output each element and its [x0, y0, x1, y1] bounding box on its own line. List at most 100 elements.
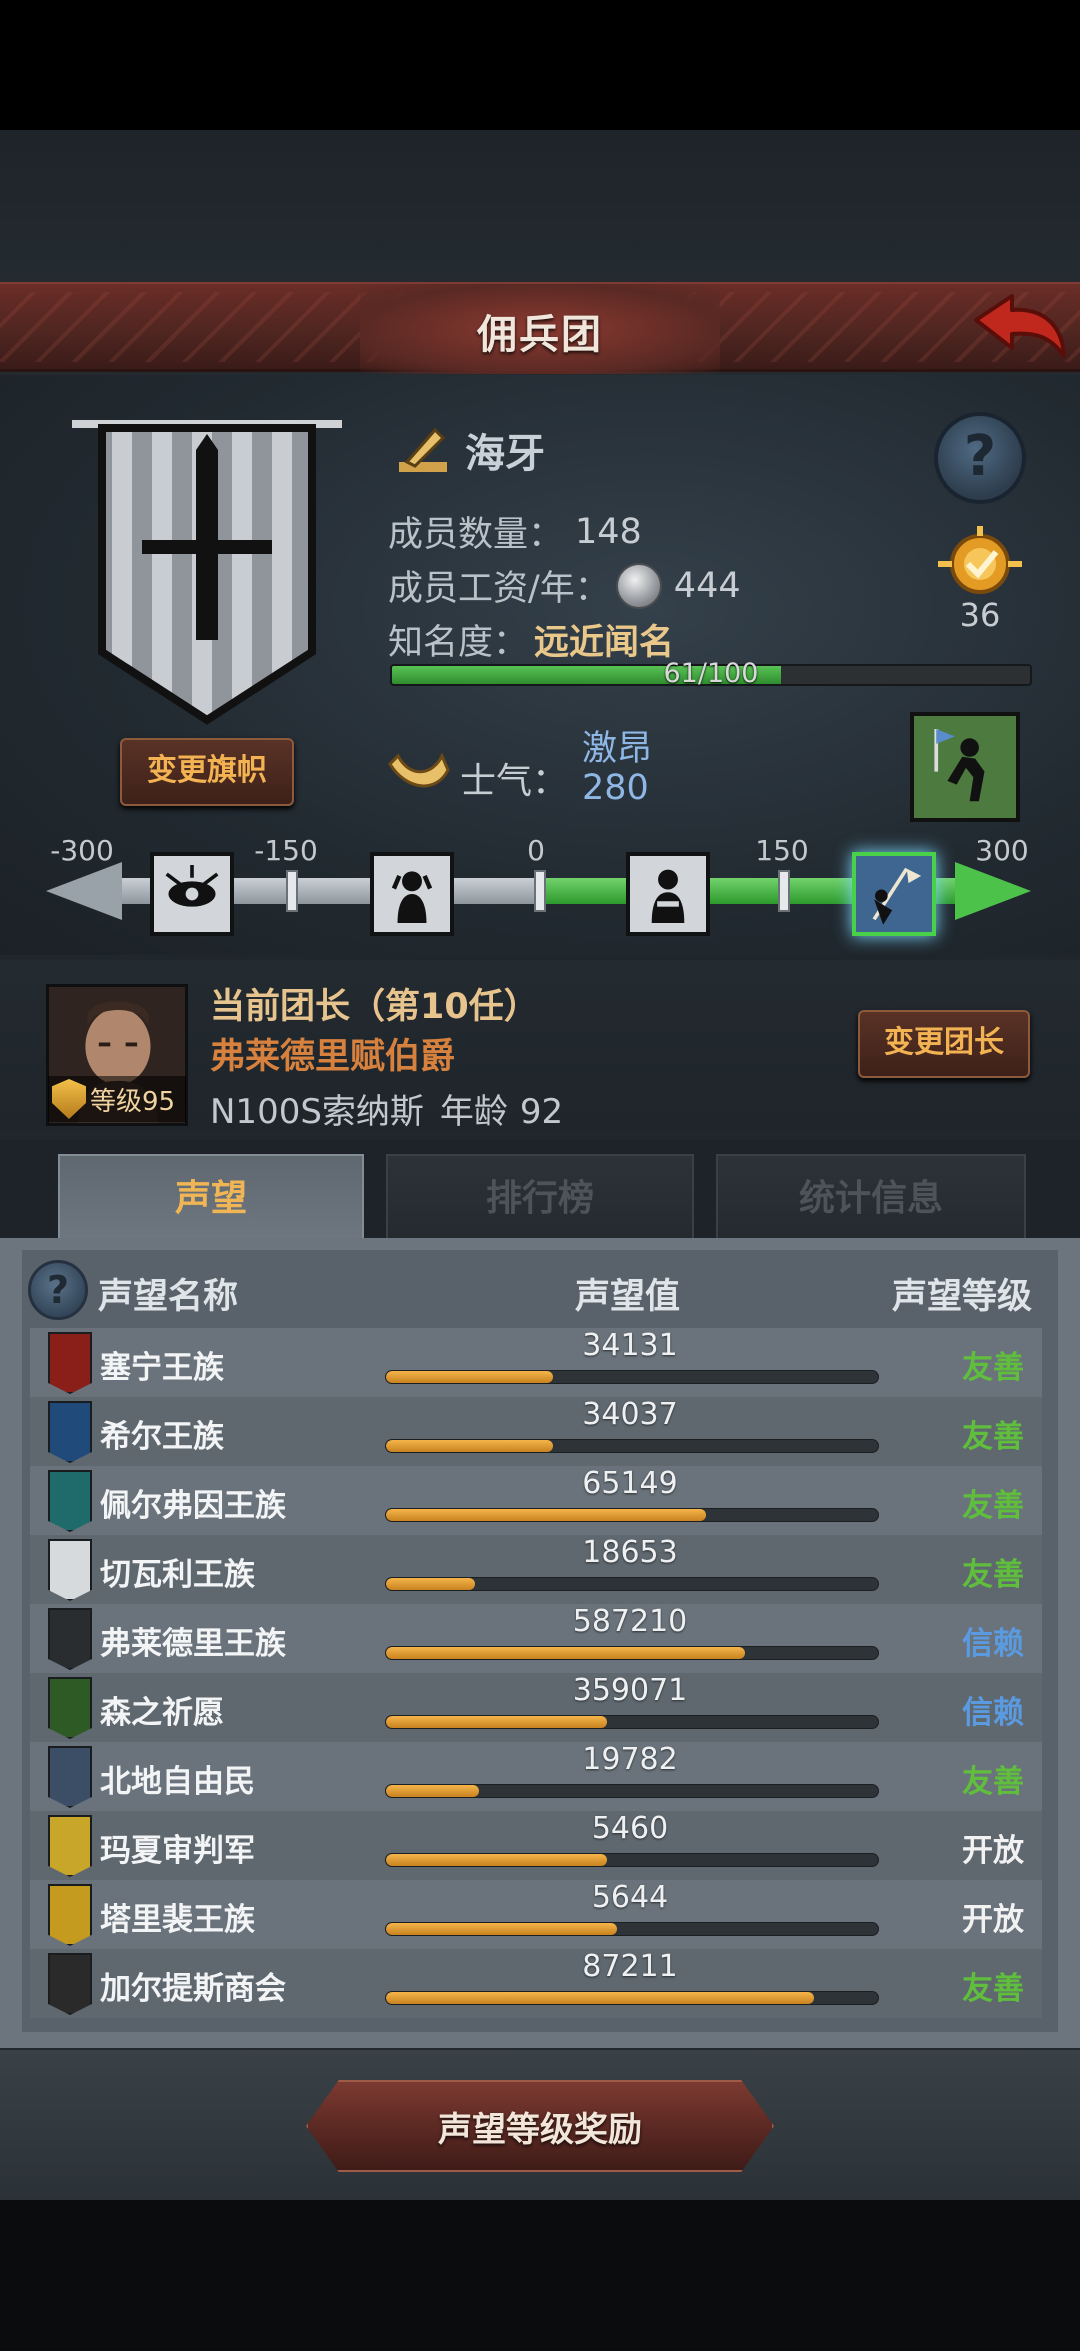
calm-morale-icon[interactable]	[626, 852, 710, 936]
table-row[interactable]: 弗莱德里王族 587210 信赖	[30, 1604, 1042, 1673]
salary-label: 成员工资/年：	[388, 569, 610, 609]
faction-crest-icon	[48, 1677, 92, 1739]
reputation-value: 359071	[572, 1673, 688, 1708]
faction-name: 佩尔弗因王族	[100, 1488, 286, 1524]
faction-name: 玛夏审判军	[100, 1833, 255, 1869]
tab-statistics[interactable]: 统计信息	[716, 1154, 1026, 1240]
members-value: 148	[575, 511, 642, 552]
reputation-progress-fill	[386, 1647, 746, 1659]
members-row: 成员数量： 148	[388, 506, 642, 557]
reputation-level: 开放	[962, 1902, 1024, 1938]
faction-name: 弗莱德里王族	[100, 1626, 286, 1662]
reputation-progress-bar	[385, 1853, 879, 1867]
despair-morale-icon[interactable]	[370, 852, 454, 936]
table-row[interactable]: 北地自由民 19782 友善	[30, 1742, 1042, 1811]
tick-label: -300	[50, 834, 114, 867]
reputation-level: 友善	[962, 1764, 1024, 1800]
faction-crest-icon	[48, 1401, 92, 1463]
faction-crest-icon	[48, 1539, 92, 1601]
faction-crest-icon	[48, 1953, 92, 2015]
reputation-level: 信赖	[962, 1626, 1024, 1662]
reputation-value: 34131	[582, 1328, 678, 1363]
reputation-value: 87211	[582, 1949, 678, 1984]
leader-level: 等级95	[90, 1086, 176, 1117]
col-header-name: 声望名称	[98, 1277, 239, 1317]
table-row[interactable]: 玛夏审判军 5460 开放	[30, 1811, 1042, 1880]
reputation-level: 信赖	[962, 1695, 1024, 1731]
reputation-help-button[interactable]: ?	[28, 1260, 88, 1320]
leader-title: 当前团长（第10任）	[210, 987, 539, 1027]
faction-name: 森之祈愿	[100, 1695, 224, 1731]
charging-warrior-icon[interactable]	[910, 712, 1020, 822]
inspired-morale-icon[interactable]	[852, 852, 936, 936]
leader-origin: N100S索纳斯	[210, 1092, 424, 1132]
bottom-bar	[0, 2200, 1080, 2351]
table-row[interactable]: 塔里裴王族 5644 开放	[30, 1880, 1042, 1949]
faction-crest-icon	[48, 1332, 92, 1394]
reputation-value: 65149	[582, 1466, 678, 1501]
faction-name: 切瓦利王族	[100, 1557, 255, 1593]
level-shield-icon	[52, 1079, 86, 1119]
reputation-level: 开放	[962, 1833, 1024, 1869]
faction-name: 塔里裴王族	[100, 1902, 255, 1938]
reputation-level: 友善	[962, 1419, 1024, 1455]
reputation-progress-fill	[386, 1371, 554, 1383]
reputation-value: 587210	[572, 1604, 688, 1639]
morale-status: 激昂	[582, 729, 653, 769]
salary-value: 444	[673, 565, 741, 606]
back-arrow-icon[interactable]	[968, 290, 1068, 368]
company-name: 海牙	[465, 431, 545, 477]
faction-name: 北地自由民	[100, 1764, 255, 1800]
reputation-progress-bar	[385, 1991, 879, 2005]
reputation-progress-bar	[385, 1508, 879, 1522]
change-leader-button[interactable]: 变更团长	[858, 1010, 1030, 1078]
table-row[interactable]: 佩尔弗因王族 65149 友善	[30, 1466, 1042, 1535]
reputation-value: 19782	[582, 1742, 678, 1777]
faction-crest-icon	[48, 1884, 92, 1946]
change-flag-button[interactable]: 变更旗帜	[120, 738, 294, 806]
reputation-progress-bar	[385, 1646, 879, 1660]
leader-age: 92	[519, 1092, 564, 1132]
reputation-progress-bar	[385, 1370, 879, 1384]
edit-pencil-icon[interactable]	[395, 422, 451, 478]
horn-icon	[388, 752, 450, 788]
leader-info: N100S索纳斯 年龄 92	[210, 1084, 563, 1133]
reputation-progress-fill	[386, 1785, 480, 1797]
help-button[interactable]: ?	[934, 412, 1026, 504]
table-row[interactable]: 森之祈愿 359071 信赖	[30, 1673, 1042, 1742]
faction-name: 希尔王族	[100, 1419, 224, 1455]
scale-right-arrow	[955, 862, 1031, 920]
tab-leaderboard[interactable]: 排行榜	[386, 1154, 694, 1240]
reputation-progress-fill	[386, 1509, 706, 1521]
table-row[interactable]: 切瓦利王族 18653 友善	[30, 1535, 1042, 1604]
table-row[interactable]: 加尔提斯商会 87211 友善	[30, 1949, 1042, 2018]
company-name-row: 海牙	[395, 420, 545, 480]
col-header-value: 声望值	[575, 1277, 681, 1317]
tick-label: 150	[755, 834, 809, 867]
members-label: 成员数量：	[388, 515, 564, 555]
reputation-level: 友善	[962, 1971, 1024, 2007]
faction-crest-icon	[48, 1608, 92, 1670]
reputation-level: 友善	[962, 1350, 1024, 1386]
faction-crest-icon	[48, 1815, 92, 1877]
reputation-value: 18653	[582, 1535, 678, 1570]
reputation-progress-bar	[385, 1577, 879, 1591]
reputation-progress-bar	[385, 1784, 879, 1798]
salary-row: 成员工资/年： 444	[388, 560, 741, 611]
tab-reputation[interactable]: 声望	[58, 1154, 364, 1240]
reputation-progress-bar	[385, 1715, 879, 1729]
table-row[interactable]: 塞宁王族 34131 友善	[30, 1328, 1042, 1397]
reputation-progress-fill	[386, 1854, 608, 1866]
table-row[interactable]: 希尔王族 34037 友善	[30, 1397, 1042, 1466]
reputation-progress-fill	[386, 1923, 618, 1935]
reputation-value: 5644	[591, 1880, 669, 1915]
leader-name: 弗莱德里赋伯爵	[210, 1037, 456, 1077]
morale-label: 士气：	[460, 761, 569, 802]
evil-eye-morale-icon[interactable]	[150, 852, 234, 936]
scale-notch	[534, 870, 546, 912]
leader-level-badge: 等级95	[48, 1076, 186, 1122]
page-title: 佣兵团	[477, 312, 603, 358]
reputation-reward-button[interactable]: 声望等级奖励	[306, 2080, 774, 2172]
reward-button-label: 声望等级奖励	[438, 2110, 642, 2150]
reputation-progress-fill	[386, 1578, 475, 1590]
